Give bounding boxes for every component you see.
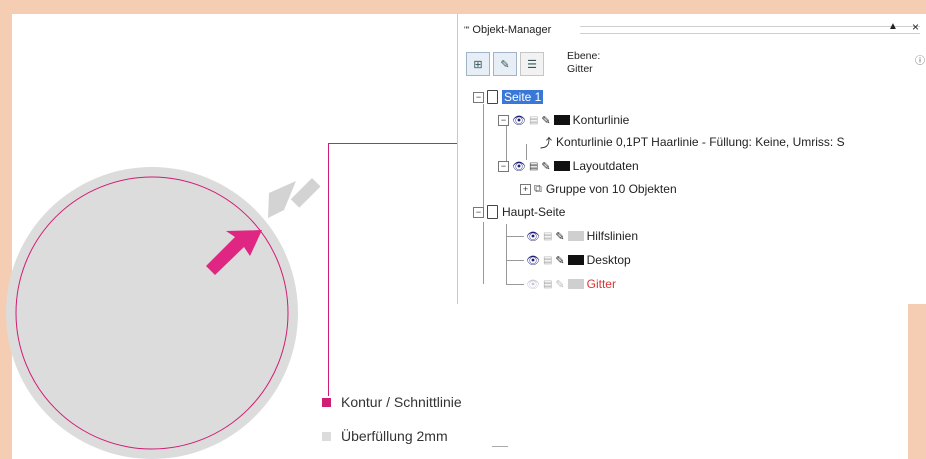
layer-color-swatch	[553, 115, 570, 125]
visibility-icon[interactable]: 👁	[526, 230, 540, 243]
layer-color-swatch	[567, 279, 584, 289]
tree-line	[506, 236, 524, 237]
bleed-arrow-icon	[268, 178, 321, 218]
edit-icon[interactable]: ✎	[541, 114, 550, 127]
page-icon	[487, 90, 498, 104]
layer-color-swatch	[553, 161, 570, 171]
layer-label: Desktop	[586, 253, 631, 267]
close-button[interactable]: ×	[912, 20, 919, 34]
edit-across-layers-icon[interactable]: ✎	[493, 52, 517, 76]
bleed-circle	[6, 167, 298, 459]
print-icon[interactable]: ▤	[543, 231, 552, 242]
tree-row-konturlinie[interactable]: − 👁 ▤ ✎ Konturlinie	[498, 110, 629, 130]
layer-label: Ebene:	[567, 50, 601, 62]
edit-icon[interactable]: ✎	[541, 160, 550, 173]
tree-line	[483, 222, 484, 284]
page-label: Haupt-Seite	[502, 205, 566, 219]
tree-row-layoutdaten[interactable]: − 👁 ▤ ✎ Layoutdaten	[498, 156, 639, 176]
tree-line	[483, 104, 484, 216]
curve-icon: ⤴	[540, 135, 553, 150]
layer-label: Gitter	[586, 277, 616, 291]
edit-icon[interactable]: ✎	[555, 254, 564, 267]
page-label: Seite 1	[502, 90, 544, 104]
layer-color-swatch	[567, 231, 584, 241]
connector-line-vertical	[328, 143, 329, 396]
layer-color-swatch	[567, 255, 584, 265]
object-manager-panel: "" Objekt-Manager ▲ × ⊞ ✎ ☰ Ebene: Gitte…	[457, 14, 926, 304]
tree-line	[506, 260, 524, 261]
legend-ueberfuellung-label: Überfüllung 2mm	[341, 428, 448, 444]
print-icon[interactable]: ▤	[543, 279, 552, 290]
object-label: Konturlinie 0,1PT Haarlinie - Füllung: K…	[556, 135, 845, 149]
layer-label: Layoutdaten	[572, 159, 639, 173]
show-properties-icon[interactable]: ⊞	[466, 52, 490, 76]
tree-row-gitter[interactable]: 👁 ▤ ✎ Gitter	[526, 274, 616, 294]
tree-row-konturlinie-object[interactable]: ⤴ Konturlinie 0,1PT Haarlinie - Füllung:…	[540, 132, 845, 152]
edit-icon[interactable]: ✎	[555, 278, 564, 291]
visibility-icon[interactable]: 👁	[526, 278, 540, 291]
panel-toolbar: ⊞ ✎ ☰	[466, 52, 544, 78]
visibility-icon[interactable]: 👁	[526, 254, 540, 267]
layer-label: Konturlinie	[572, 113, 630, 127]
tree-line	[506, 224, 507, 284]
info-icon[interactable]: ⓘ	[915, 52, 925, 67]
layer-label: Hilfslinien	[586, 229, 638, 243]
layer-manager-view-icon[interactable]: ☰	[520, 52, 544, 76]
panel-titlebar[interactable]: "" Objekt-Manager ▲ ×	[458, 14, 926, 46]
print-icon[interactable]: ▤	[543, 255, 552, 266]
visibility-icon[interactable]: 👁	[512, 160, 526, 173]
magenta-swatch	[322, 397, 331, 407]
legend-ueberfuellung: Überfüllung 2mm	[322, 428, 448, 444]
layer-value: Gitter	[567, 63, 593, 75]
collapse-button[interactable]: ▲	[888, 21, 898, 32]
current-layer-info: Ebene: Gitter	[567, 50, 600, 76]
titlebar-divider	[580, 26, 920, 34]
print-icon[interactable]: ▤	[529, 161, 538, 172]
legend-underline	[492, 446, 508, 447]
collapse-toggle-icon[interactable]: −	[498, 114, 509, 126]
tree-row-gruppe[interactable]: + ⧉ Gruppe von 10 Objekten	[520, 179, 677, 199]
tree-row-hilfslinien[interactable]: 👁 ▤ ✎ Hilfslinien	[526, 226, 638, 246]
group-icon: ⧉	[534, 182, 542, 195]
collapse-toggle-icon[interactable]: −	[473, 206, 484, 218]
tree-row-hauptseite[interactable]: − Haupt-Seite	[473, 202, 565, 222]
panel-title: Objekt-Manager	[472, 24, 552, 36]
tree-row-seite1[interactable]: − Seite 1	[473, 87, 544, 107]
expand-toggle-icon[interactable]: +	[520, 183, 531, 195]
legend-kontur-label: Kontur / Schnittlinie	[341, 394, 462, 410]
tree-line	[506, 284, 524, 285]
tree-row-desktop[interactable]: 👁 ▤ ✎ Desktop	[526, 250, 631, 270]
collapse-toggle-icon[interactable]: −	[498, 160, 509, 172]
group-label: Gruppe von 10 Objekten	[545, 182, 677, 196]
collapse-toggle-icon[interactable]: −	[473, 91, 484, 103]
edit-icon[interactable]: ✎	[555, 230, 564, 243]
visibility-icon[interactable]: 👁	[512, 114, 526, 127]
print-icon[interactable]: ▤	[529, 115, 538, 126]
grip-icon[interactable]: ""	[464, 25, 469, 35]
legend-kontur: Kontur / Schnittlinie	[322, 394, 462, 410]
gray-swatch	[322, 431, 331, 441]
page-icon	[487, 205, 498, 219]
